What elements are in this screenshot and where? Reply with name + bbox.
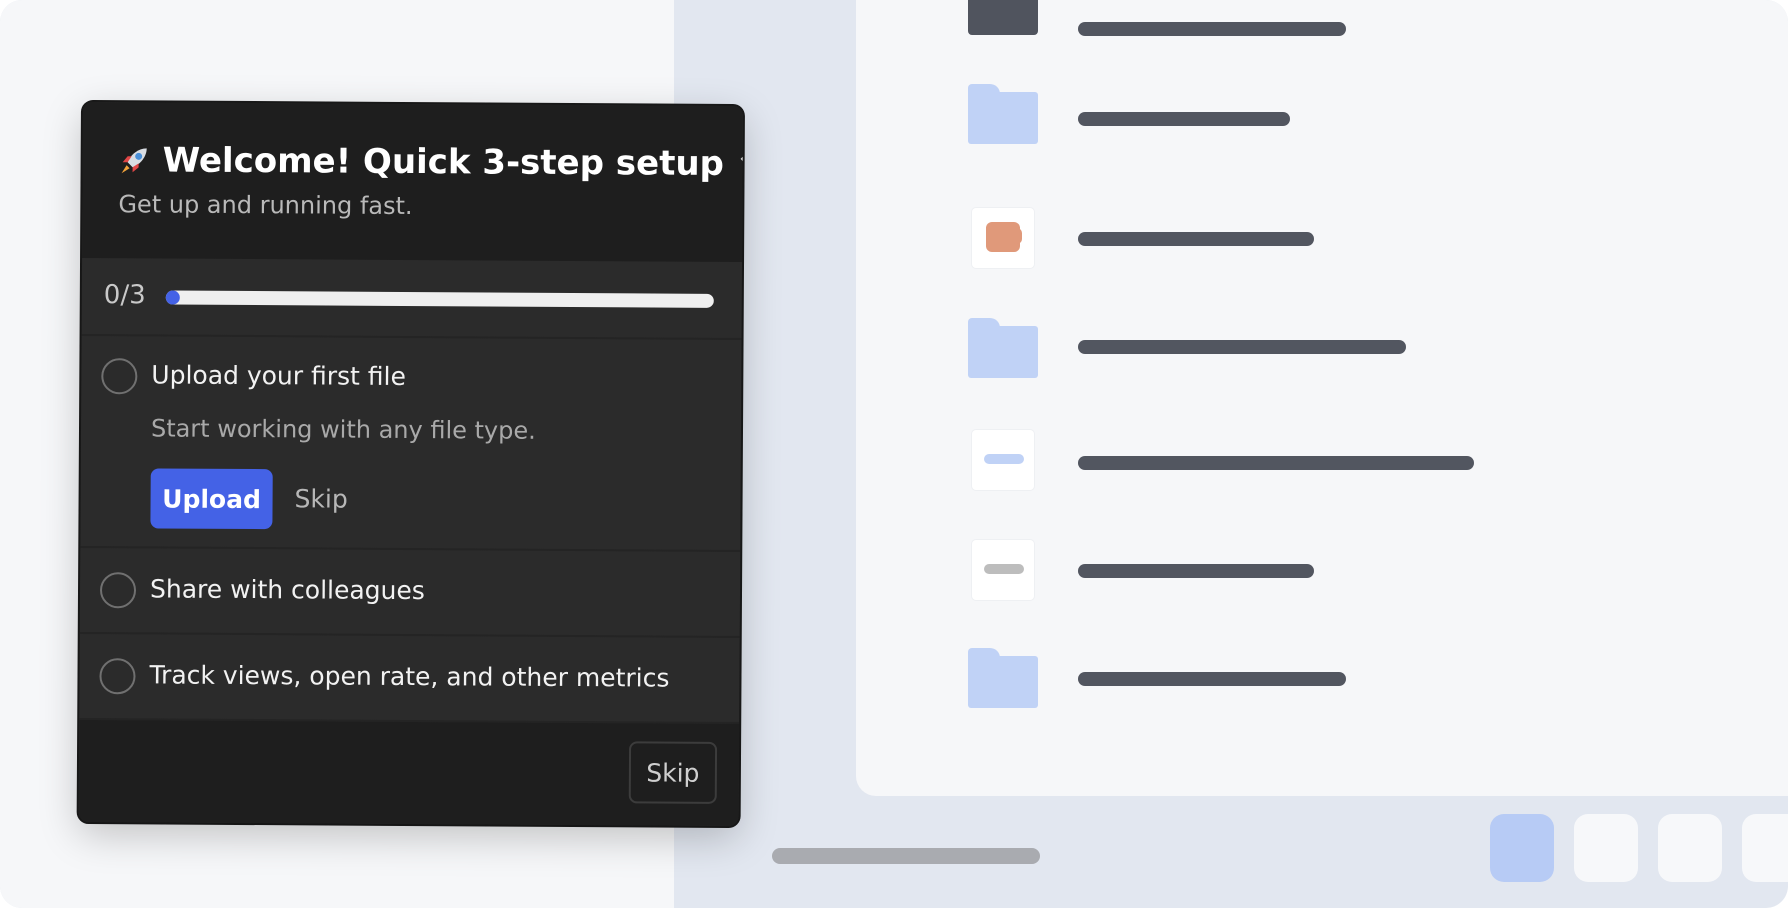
orange-document-icon — [972, 208, 1034, 268]
file-row[interactable] — [856, 648, 1556, 718]
popup-title-row[interactable]: Welcome! Quick 3-step setup — [117, 140, 743, 184]
rocket-icon — [117, 142, 153, 178]
popup-title: Welcome! Quick 3-step setup — [162, 140, 725, 184]
upload-button[interactable]: Upload — [150, 468, 273, 530]
gray-line-file-icon — [972, 540, 1034, 600]
file-name-placeholder — [1078, 22, 1346, 36]
file-name-placeholder — [1078, 564, 1314, 578]
step-title[interactable]: Track views, open rate, and other metric… — [149, 660, 669, 692]
dock-tile[interactable] — [1658, 814, 1722, 882]
file-name-placeholder — [1078, 456, 1474, 470]
file-name-placeholder — [1078, 340, 1406, 354]
folder-icon — [968, 84, 1038, 148]
onboarding-checklist-popup: Welcome! Quick 3-step setup Get up and r… — [78, 102, 743, 827]
file-name-placeholder — [1078, 232, 1314, 246]
progress-label: 0/3 — [103, 280, 146, 311]
file-row[interactable] — [856, 318, 1556, 388]
skip-all-button[interactable]: Skip — [628, 741, 718, 804]
file-row[interactable] — [856, 84, 1556, 154]
horizontal-scrollbar[interactable] — [772, 848, 1040, 864]
folder-icon — [968, 648, 1038, 712]
skip-step-button[interactable]: Skip — [294, 484, 347, 513]
file-list-panel — [856, 0, 1788, 796]
chevron-down-icon[interactable] — [740, 147, 743, 170]
popup-header: Welcome! Quick 3-step setup Get up and r… — [82, 102, 743, 263]
dock-tile[interactable] — [1574, 814, 1638, 882]
step-checkbox[interactable] — [99, 572, 137, 609]
file-row[interactable] — [856, 430, 1556, 500]
progress-bar-fill — [165, 290, 180, 305]
file-name-placeholder — [1078, 672, 1346, 686]
dock-tile[interactable] — [1742, 814, 1788, 882]
file-row[interactable] — [856, 208, 1556, 278]
file-row[interactable] — [856, 0, 1556, 70]
progress-bar — [165, 290, 714, 308]
blue-line-file-icon — [972, 430, 1034, 490]
step-share[interactable]: Share with colleagues — [79, 547, 741, 639]
step-description: Start working with any file type. — [150, 414, 536, 445]
app-frame: Welcome! Quick 3-step setup Get up and r… — [0, 0, 1788, 908]
file-name-placeholder — [1078, 112, 1290, 126]
step-checkbox[interactable] — [101, 358, 138, 395]
popup-footer: Skip — [78, 719, 740, 827]
step-upload: Upload your first file Start working wit… — [80, 335, 742, 553]
dark-file-icon — [968, 0, 1038, 35]
folder-icon — [968, 318, 1038, 382]
popup-subtitle: Get up and running fast. — [118, 190, 413, 221]
step-title[interactable]: Share with colleagues — [150, 574, 425, 605]
step-checkbox[interactable] — [99, 658, 136, 695]
dock-tile-active[interactable] — [1490, 814, 1554, 882]
progress-row: 0/3 — [81, 257, 743, 341]
file-row[interactable] — [856, 540, 1556, 610]
step-title[interactable]: Upload your first file — [151, 360, 406, 391]
step-track[interactable]: Track views, open rate, and other metric… — [79, 633, 740, 725]
